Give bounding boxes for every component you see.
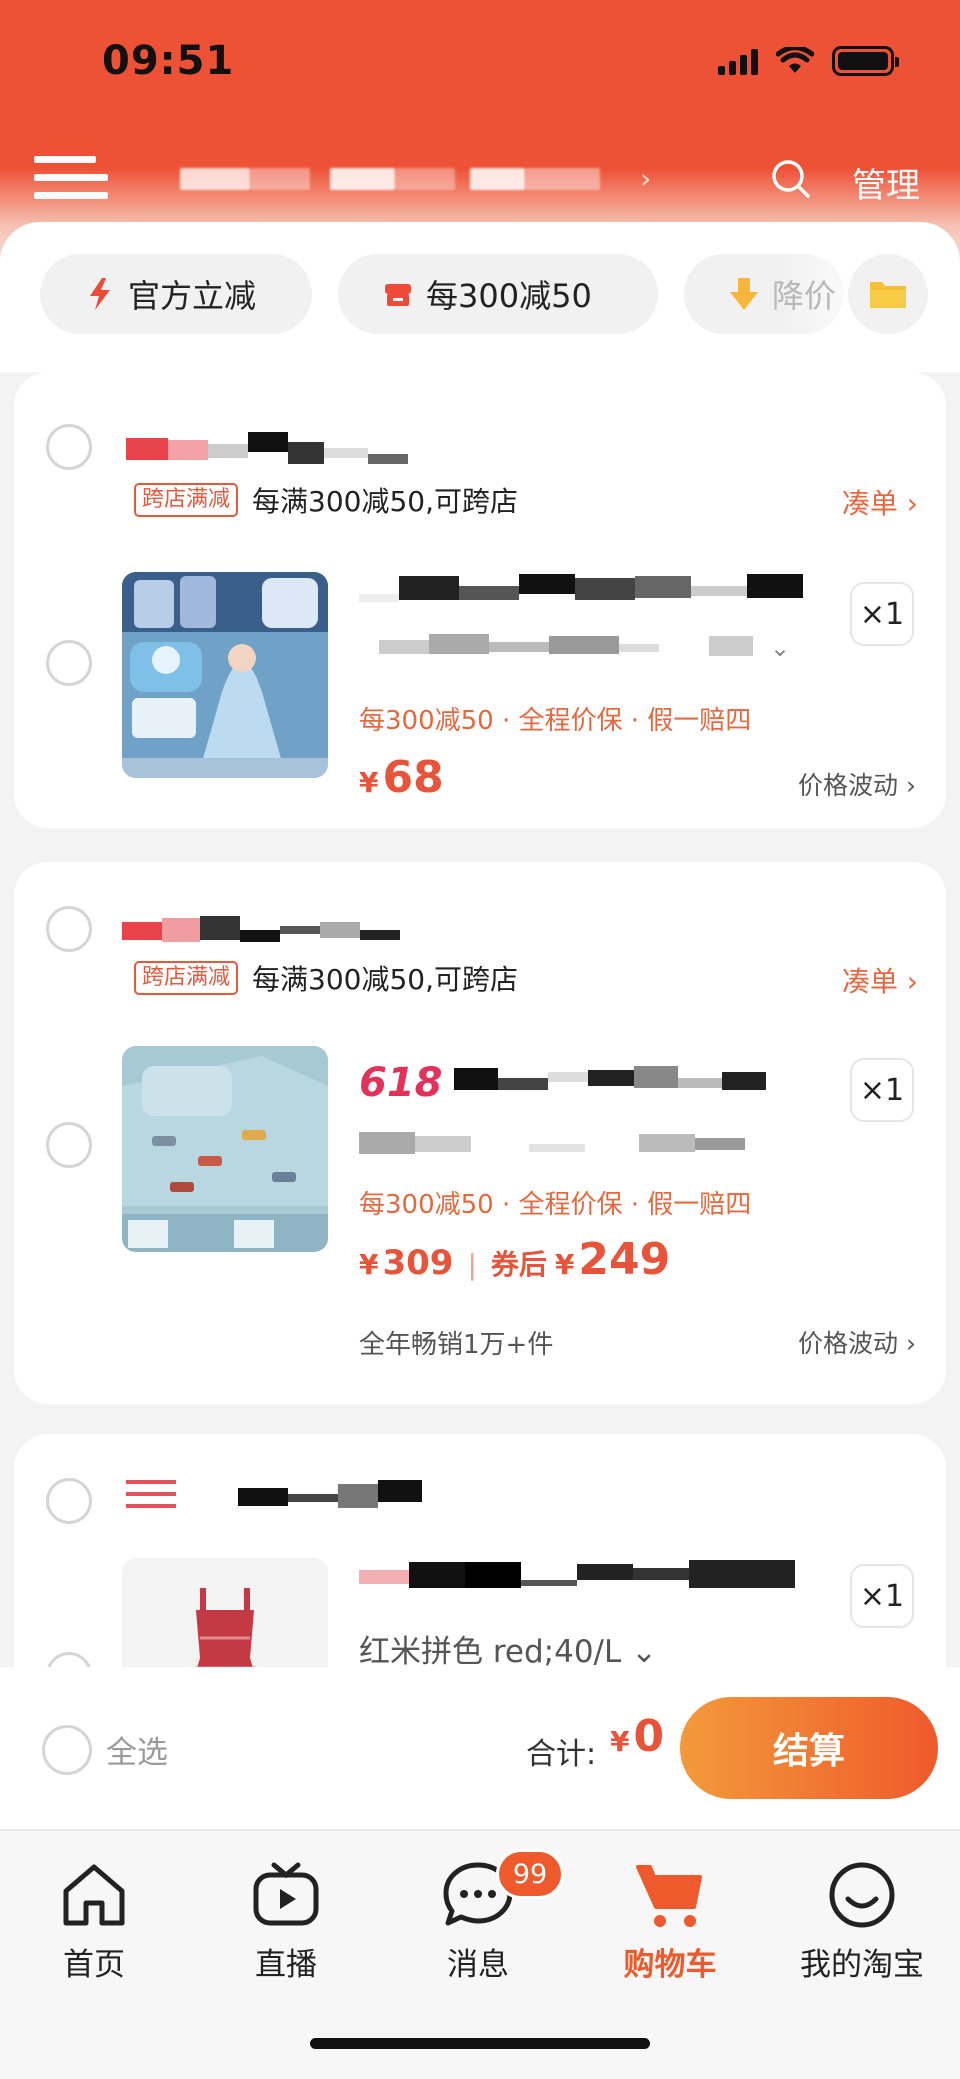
after-coupon-label: 券后	[490, 1248, 547, 1281]
address-selector[interactable]	[180, 168, 620, 190]
store-name[interactable]	[122, 912, 442, 946]
promo-text: 每满300减50,可跨店	[252, 963, 518, 996]
tab-cart[interactable]: 购物车	[600, 1857, 740, 1984]
tab-home[interactable]: 首页	[24, 1857, 164, 1984]
quantity-button[interactable]: ×1	[850, 1058, 914, 1122]
total-amount: ¥0	[610, 1711, 665, 1762]
promo-row: 跨店满减 每满300减50,可跨店	[134, 480, 518, 520]
item-select-radio[interactable]	[46, 640, 92, 686]
chevron-right-icon: ›	[640, 162, 652, 195]
doll-set-image	[122, 572, 328, 778]
event-618-badge: 618	[359, 1060, 443, 1106]
wifi-icon	[776, 47, 814, 73]
product-sku[interactable]	[359, 1132, 759, 1162]
store-card-3: 红米拼色 red;40/L ⌄ ×1	[14, 1434, 946, 1667]
product-image[interactable]	[122, 572, 328, 778]
item-select-radio[interactable]	[46, 1652, 92, 1667]
product-price: ¥68	[359, 752, 444, 803]
chevron-down-icon[interactable]: ⌄	[770, 634, 790, 662]
store-icon	[385, 284, 411, 306]
chip-official-discount[interactable]: 官方立减	[40, 254, 312, 334]
price-trend-link[interactable]: 价格波动 ›	[798, 766, 916, 802]
shopping-cart-icon	[636, 1865, 702, 1927]
store-select-radio[interactable]	[46, 1478, 92, 1524]
cross-store-tag: 跨店满减	[134, 961, 239, 995]
live-play-icon	[253, 1862, 319, 1926]
sales-count: 全年畅销1万+件	[359, 1330, 554, 1360]
folder-button[interactable]	[848, 254, 928, 334]
product-title[interactable]	[359, 572, 824, 602]
cellular-signal-icon	[718, 47, 758, 75]
lightning-icon	[90, 278, 110, 310]
promo-row: 跨店满减 每满300减50,可跨店	[134, 958, 518, 998]
manage-button[interactable]: 管理	[852, 158, 920, 207]
smile-face-icon	[829, 1862, 895, 1928]
promo-text: 每满300减50,可跨店	[252, 485, 518, 518]
select-all-radio[interactable]	[42, 1725, 92, 1775]
message-count-badge: 99	[496, 1849, 564, 1899]
product-sku[interactable]: 红米拼色 red;40/L ⌄	[359, 1626, 657, 1667]
battery-icon	[832, 46, 899, 76]
store-card-1: 跨店满减 每满300减50,可跨店 凑单 › ⌄ ×1 每300减50 · 全程…	[14, 372, 946, 828]
store-select-radio[interactable]	[46, 906, 92, 952]
product-title[interactable]	[359, 1560, 799, 1590]
dress-image	[122, 1558, 328, 1667]
product-sku[interactable]	[379, 634, 759, 664]
tab-live[interactable]: 直播	[216, 1857, 356, 1984]
price-trend-link[interactable]: 价格波动 ›	[798, 1324, 916, 1360]
chip-price-drop[interactable]: 降价	[684, 254, 844, 334]
search-icon[interactable]	[770, 158, 812, 200]
filter-chips: 官方立减 每300减50 降价	[0, 222, 960, 372]
store-name[interactable]	[126, 1478, 486, 1512]
store-name[interactable]	[126, 432, 426, 466]
select-all-label[interactable]: 全选	[106, 1727, 168, 1772]
product-title[interactable]	[454, 1064, 824, 1094]
home-icon	[63, 1864, 125, 1926]
combine-order-link[interactable]: 凑单 ›	[842, 960, 918, 1000]
status-icons	[718, 46, 899, 76]
store-select-radio[interactable]	[46, 424, 92, 470]
after-coupon-price: 249	[578, 1234, 671, 1285]
service-tags: 每300减50 · 全程价保 · 假一赔四	[359, 1190, 752, 1220]
cross-store-tag: 跨店满减	[134, 483, 239, 517]
total-label: 合计:	[526, 1737, 597, 1772]
checkout-bar: 全选 合计: ¥0 结算	[0, 1667, 960, 1831]
service-tags: 每300减50 · 全程价保 · 假一赔四	[359, 706, 752, 736]
status-time: 09:51	[102, 38, 235, 84]
bedding-image	[122, 1046, 328, 1252]
tab-my-taobao[interactable]: 我的淘宝	[792, 1857, 932, 1984]
item-select-radio[interactable]	[46, 1122, 92, 1168]
home-indicator	[310, 2038, 650, 2049]
cart-list: 官方立减 每300减50 降价 跨店满减 每满300减50,可跨店 凑单 › ⌄…	[0, 222, 960, 1667]
menu-icon[interactable]	[34, 156, 108, 204]
down-arrow-icon	[730, 278, 758, 310]
quantity-button[interactable]: ×1	[850, 1564, 914, 1628]
product-price: ¥309 | 券后 ¥249	[359, 1234, 671, 1285]
chip-store-discount[interactable]: 每300减50	[338, 254, 658, 334]
combine-order-link[interactable]: 凑单 ›	[842, 482, 918, 522]
quantity-button[interactable]: ×1	[850, 582, 914, 646]
product-image[interactable]	[122, 1046, 328, 1252]
store-card-2: 跨店满减 每满300减50,可跨店 凑单 › 618 ×1 每300减50 · …	[14, 862, 946, 1404]
product-image[interactable]	[122, 1558, 328, 1667]
checkout-button[interactable]: 结算	[680, 1697, 938, 1799]
folder-icon	[870, 282, 906, 308]
